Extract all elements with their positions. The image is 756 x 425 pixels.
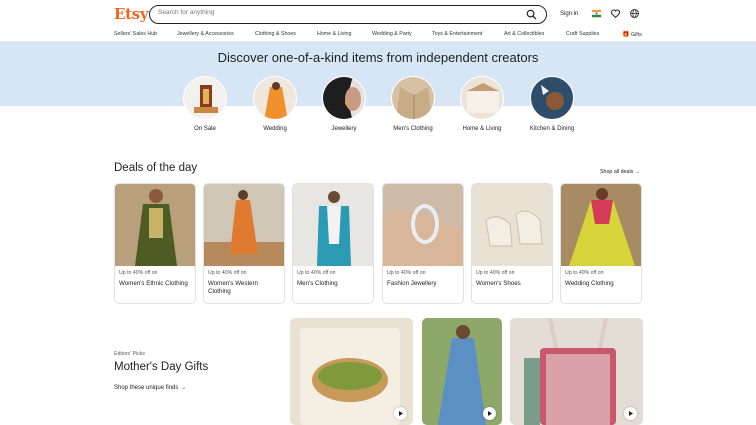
deal-image <box>472 184 552 266</box>
hero-tagline: Discover one-of-a-kind items from indepe… <box>217 50 539 65</box>
category-nav: Sellers' Sales Hub Jewellery & Accessori… <box>0 29 756 41</box>
arrow-right-icon: → <box>180 385 187 391</box>
deal-card[interactable]: Up to 40% off on Women's Shoes <box>471 183 553 304</box>
sign-in-link[interactable]: Sign in <box>560 11 578 17</box>
mothers-day-tile-bag[interactable] <box>510 318 643 425</box>
home-living-image <box>460 76 504 120</box>
mothers-day-heading: Mother's Day Gifts <box>114 361 209 373</box>
nav-home-living[interactable]: Home & Living <box>317 31 351 37</box>
category-wedding[interactable]: Wedding <box>250 76 300 133</box>
category-on-sale[interactable]: On Sale <box>180 76 230 133</box>
play-icon[interactable] <box>394 407 407 420</box>
wedding-image <box>253 76 297 120</box>
category-mens-clothing[interactable]: Men's Clothing <box>388 76 438 133</box>
nav-craft[interactable]: Craft Supplies <box>566 31 599 37</box>
play-icon[interactable] <box>483 407 496 420</box>
deal-card[interactable]: Up to 40% off on Women's Ethnic Clothing <box>114 183 196 304</box>
kitchen-dining-image <box>530 76 574 120</box>
deal-card[interactable]: Up to 40% off on Men's Clothing <box>292 183 374 304</box>
heart-icon[interactable] <box>610 8 621 19</box>
mens-clothing-image <box>391 76 435 120</box>
deals-heading: Deals of the day <box>114 162 198 174</box>
globe-icon[interactable] <box>629 8 640 19</box>
deal-image <box>561 184 641 266</box>
play-icon[interactable] <box>624 407 637 420</box>
shop-all-deals-link[interactable]: Shop all deals → <box>600 169 640 175</box>
deal-card[interactable]: Up to 40% off on Fashion Jewellery <box>382 183 464 304</box>
mothers-day-tile-sandwich[interactable] <box>290 318 413 425</box>
nav-toys[interactable]: Toys & Entertainment <box>432 31 482 37</box>
deal-image <box>115 184 195 266</box>
nav-wedding-party[interactable]: Wedding & Party <box>372 31 412 37</box>
deal-image <box>204 184 284 266</box>
search-icon[interactable] <box>526 9 537 20</box>
search-bar[interactable] <box>149 5 547 24</box>
nav-gifts[interactable]: 🎁 Gifts <box>622 31 642 38</box>
site-header: Etsy Sign in Sellers' Sales Hub Jeweller… <box>0 0 756 42</box>
deal-image <box>293 184 373 266</box>
deal-card[interactable]: Up to 40% off on Women's Western Clothin… <box>203 183 285 304</box>
jewellery-image <box>322 76 366 120</box>
mothers-day-tile-dress[interactable] <box>422 318 502 425</box>
etsy-logo[interactable]: Etsy <box>114 5 149 23</box>
nav-jewellery[interactable]: Jewellery & Accessories <box>177 31 234 37</box>
deal-image <box>383 184 463 266</box>
category-jewellery[interactable]: Jewellery <box>319 76 369 133</box>
category-home-living[interactable]: Home & Living <box>457 76 507 133</box>
nav-sellers-hub[interactable]: Sellers' Sales Hub <box>114 31 157 37</box>
search-input[interactable] <box>158 9 518 16</box>
nav-art[interactable]: Art & Collectibles <box>504 31 544 37</box>
gift-icon: 🎁 <box>622 32 630 38</box>
deal-card[interactable]: Up to 40% off on Wedding Clothing <box>560 183 642 304</box>
editors-picks-eyebrow: Editors' Picks <box>114 351 145 357</box>
nav-clothing[interactable]: Clothing & Shoes <box>255 31 296 37</box>
shop-unique-finds-link[interactable]: Shop these unique finds → <box>114 385 186 391</box>
arrow-right-icon: → <box>634 169 641 175</box>
category-kitchen-dining[interactable]: Kitchen & Dining <box>527 76 577 133</box>
on-sale-image <box>183 76 227 120</box>
india-flag-icon[interactable] <box>591 8 602 19</box>
